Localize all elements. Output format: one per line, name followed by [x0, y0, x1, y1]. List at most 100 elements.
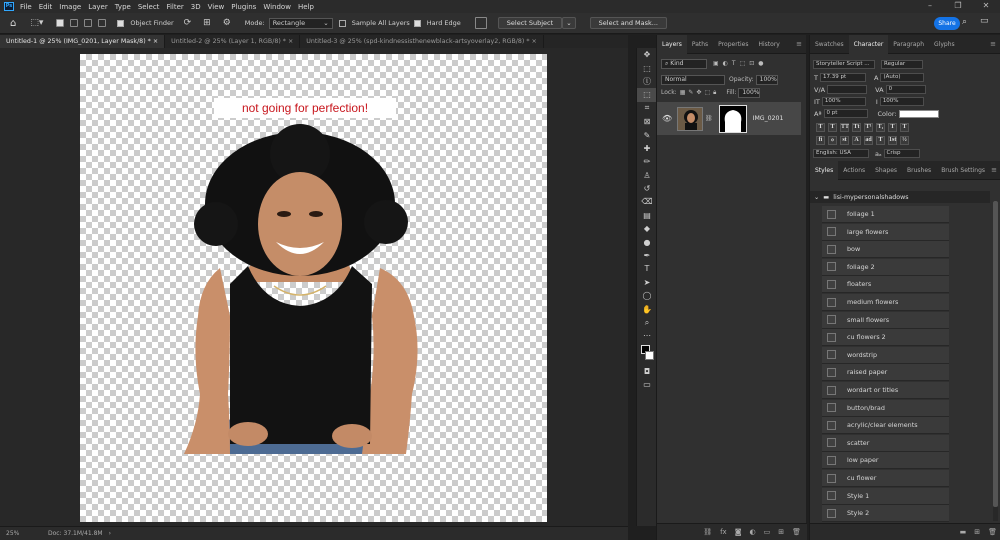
- fractions-button[interactable]: ½: [900, 136, 909, 145]
- color-swatches[interactable]: [637, 343, 657, 365]
- filter-shape-icon[interactable]: ⬚: [740, 60, 746, 67]
- menu-select[interactable]: Select: [138, 3, 160, 11]
- link-layers-icon[interactable]: ⛓: [703, 528, 712, 536]
- style-item[interactable]: acrylic/clear elements: [822, 417, 949, 435]
- new-group-icon[interactable]: ▭: [764, 528, 771, 536]
- intersect-selection-icon[interactable]: [98, 19, 107, 27]
- text-color-swatch[interactable]: [898, 109, 939, 118]
- sample-all-layers-checkbox[interactable]: [338, 19, 346, 27]
- tracking-input[interactable]: 0: [885, 85, 926, 94]
- clone-stamp-icon[interactable]: ♙: [637, 169, 657, 182]
- style-item[interactable]: bow: [822, 241, 949, 259]
- more-tools-icon[interactable]: ⋯: [637, 329, 657, 342]
- zoom-icon[interactable]: ⌕: [637, 316, 657, 329]
- hard-edge-toggle[interactable]: Hard Edge: [413, 19, 465, 27]
- refresh-icon[interactable]: ⟳: [184, 18, 192, 28]
- healing-brush-icon[interactable]: ✚: [637, 142, 657, 155]
- new-layer-icon[interactable]: ⊞: [778, 528, 784, 536]
- fx-icon[interactable]: fx: [720, 528, 727, 536]
- tab-brushes[interactable]: Brushes: [902, 161, 936, 180]
- gradient-icon[interactable]: ▤: [637, 209, 657, 222]
- screen-mode-icon[interactable]: ▭: [637, 378, 657, 391]
- canvas-area[interactable]: not going for perfection!: [0, 48, 628, 526]
- tab-history[interactable]: History: [754, 35, 785, 54]
- style-item[interactable]: medium flowers: [822, 294, 949, 311]
- language-select[interactable]: English: USA: [813, 149, 869, 158]
- maximize-button[interactable]: ❐: [944, 0, 972, 13]
- close-button[interactable]: ✕: [972, 0, 1000, 13]
- subtract-selection-icon[interactable]: [84, 19, 93, 27]
- rectangular-marquee-icon[interactable]: ⬚: [637, 61, 657, 74]
- style-item[interactable]: foliage 1: [822, 206, 949, 223]
- ellipse-icon[interactable]: ◯: [637, 289, 657, 302]
- menu-help[interactable]: Help: [298, 3, 314, 11]
- baseline-shift-input[interactable]: 0 pt: [823, 109, 868, 118]
- all-caps-button[interactable]: TT: [840, 123, 849, 132]
- select-and-mask-button[interactable]: Select and Mask...: [589, 17, 667, 29]
- tab-swatches[interactable]: Swatches: [810, 35, 849, 54]
- layer-thumbnail[interactable]: [677, 106, 703, 131]
- type-icon[interactable]: T: [637, 262, 657, 275]
- new-selection-icon[interactable]: [56, 19, 65, 27]
- doc-tab-untitled-3[interactable]: Untitled-3 @ 25% (spd-kindnessisthenewbl…: [300, 35, 544, 48]
- faux-bold-button[interactable]: T: [816, 123, 825, 132]
- share-button[interactable]: Share: [934, 17, 960, 30]
- faux-italic-button[interactable]: T: [828, 123, 837, 132]
- menu-type[interactable]: Type: [115, 3, 131, 11]
- filter-toggle-icon[interactable]: ●: [758, 60, 763, 67]
- underline-button[interactable]: T: [888, 123, 897, 132]
- mode-select[interactable]: Rectangle ⌄: [268, 17, 333, 29]
- eraser-icon[interactable]: ⌫: [637, 195, 657, 208]
- blend-mode-select[interactable]: Normal: [661, 74, 725, 85]
- scrollbar-thumb[interactable]: [993, 201, 998, 507]
- tab-paragraph[interactable]: Paragraph: [888, 35, 929, 54]
- menu-window[interactable]: Window: [263, 3, 291, 11]
- sample-all-layers-toggle[interactable]: Sample All Layers: [338, 19, 414, 27]
- opacity-input[interactable]: 100%: [755, 74, 778, 85]
- dodge-icon[interactable]: ●: [637, 235, 657, 248]
- gear-icon[interactable]: ⚙: [223, 18, 231, 28]
- tab-glyphs[interactable]: Glyphs: [929, 35, 960, 54]
- style-item[interactable]: low paper: [822, 452, 949, 470]
- panel-menu-icon[interactable]: ≡: [796, 40, 802, 48]
- background-color-swatch[interactable]: [645, 350, 654, 360]
- layer-name[interactable]: IMG_0201: [753, 115, 784, 122]
- panel-menu-icon[interactable]: ≡: [990, 40, 996, 48]
- subscript-button[interactable]: T₁: [876, 123, 885, 132]
- zoom-level[interactable]: 25%: [6, 530, 42, 537]
- style-item[interactable]: wordstrip: [822, 346, 949, 364]
- swash-button[interactable]: A: [852, 136, 861, 145]
- hand-icon[interactable]: ✋: [637, 302, 657, 315]
- minimize-button[interactable]: –: [916, 0, 944, 13]
- filter-pixel-icon[interactable]: ▣: [713, 60, 719, 67]
- panel-menu-icon[interactable]: ≡: [991, 166, 997, 174]
- doc-tab-untitled-1[interactable]: Untitled-1 @ 25% (IMG_0201, Layer Mask/8…: [0, 35, 166, 48]
- search-icon[interactable]: ⌕: [962, 17, 967, 27]
- add-mask-icon[interactable]: ◙: [735, 528, 742, 536]
- chevron-right-icon[interactable]: ›: [109, 530, 111, 537]
- menu-view[interactable]: View: [208, 3, 225, 11]
- workspace-icon[interactable]: ▭: [980, 16, 989, 26]
- menu-layer[interactable]: Layer: [88, 3, 108, 11]
- leading-input[interactable]: (Auto): [880, 73, 925, 82]
- style-item[interactable]: button/brad: [822, 399, 949, 417]
- vertical-scale-input[interactable]: 100%: [821, 97, 866, 106]
- fill-input[interactable]: 100%: [738, 87, 761, 98]
- tab-brush-settings[interactable]: Brush Settings: [936, 161, 990, 180]
- adjustment-layer-icon[interactable]: ◐: [750, 528, 756, 536]
- menu-edit[interactable]: Edit: [39, 3, 53, 11]
- crop-icon[interactable]: ⌗: [637, 102, 657, 115]
- object-selection-icon[interactable]: ⬚: [637, 88, 657, 102]
- select-subject-button[interactable]: Select Subject: [497, 17, 563, 29]
- small-caps-button[interactable]: Tt: [852, 123, 861, 132]
- filter-type-icon[interactable]: T: [732, 60, 736, 67]
- hard-edge-checkbox[interactable]: [413, 19, 421, 27]
- menu-plugins[interactable]: Plugins: [231, 3, 256, 11]
- tab-styles[interactable]: Styles: [810, 160, 839, 180]
- style-item[interactable]: small flowers: [822, 311, 949, 329]
- kerning-input[interactable]: [827, 85, 868, 94]
- document-canvas[interactable]: not going for perfection!: [80, 54, 547, 522]
- style-item[interactable]: Style 1: [822, 487, 949, 505]
- titling-button[interactable]: T: [876, 136, 885, 145]
- tab-properties[interactable]: Properties: [713, 35, 753, 54]
